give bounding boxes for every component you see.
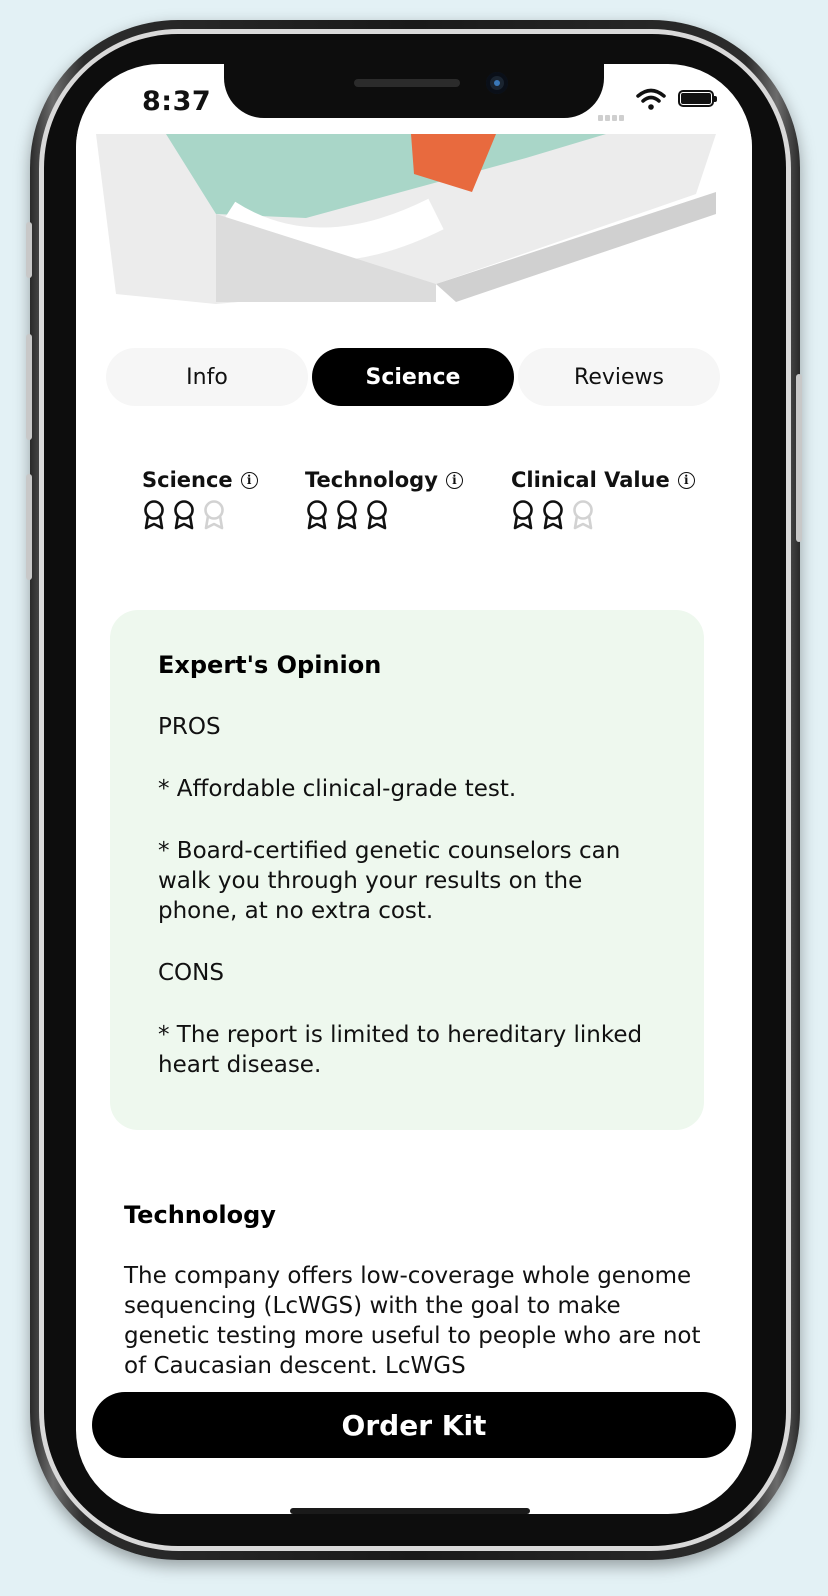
kit-box-illustration: [76, 134, 752, 304]
cons-heading: CONS: [158, 960, 224, 986]
rating-badges: [511, 500, 695, 530]
award-badge-filled-icon: [307, 500, 327, 530]
volume-down-button: [26, 474, 32, 580]
tab-bar: Info Science Reviews: [106, 348, 720, 408]
ratings-row: Science i Technology i Clinical Value i: [142, 468, 702, 548]
award-badge-filled-icon: [174, 500, 194, 530]
rating-badges: [305, 500, 463, 530]
tab-science[interactable]: Science: [312, 348, 514, 406]
power-button: [796, 374, 802, 542]
screen: 8:37 Info Science Reviews Science i Tech…: [76, 64, 752, 1514]
pros-heading: PROS: [158, 714, 221, 740]
award-badge-empty-icon: [204, 500, 224, 530]
award-badge-filled-icon: [513, 500, 533, 530]
mute-switch: [26, 222, 32, 278]
award-badge-filled-icon: [543, 500, 563, 530]
info-icon[interactable]: i: [677, 471, 695, 489]
info-icon[interactable]: i: [445, 471, 463, 489]
info-icon[interactable]: i: [240, 471, 258, 489]
expert-opinion-title: Expert's Opinion: [158, 651, 382, 679]
rating-clinical-value: Clinical Value i: [511, 468, 695, 530]
technology-body: The company offers low-coverage whole ge…: [124, 1263, 701, 1379]
rating-label: Technology: [305, 468, 438, 492]
con-item: * The report is limited to hereditary li…: [158, 1022, 643, 1078]
tab-info[interactable]: Info: [106, 348, 308, 406]
rating-technology: Technology i: [305, 468, 463, 530]
award-badge-filled-icon: [144, 500, 164, 530]
rating-label: Science: [142, 468, 233, 492]
pro-item: * Board-certified genetic counselors can…: [158, 838, 621, 924]
award-badge-empty-icon: [573, 500, 593, 530]
speaker-grille: [354, 79, 460, 87]
award-badge-filled-icon: [367, 500, 387, 530]
award-badge-filled-icon: [337, 500, 357, 530]
status-time: 8:37: [142, 86, 212, 117]
wifi-icon: [636, 88, 666, 110]
order-kit-button[interactable]: Order Kit: [92, 1392, 736, 1458]
battery-icon: [678, 90, 717, 107]
rating-science: Science i: [142, 468, 258, 530]
notch: [224, 64, 604, 118]
front-camera: [486, 72, 508, 94]
expert-opinion-card: Expert's Opinion PROS * Affordable clini…: [110, 610, 704, 1130]
home-indicator[interactable]: [290, 1508, 530, 1514]
signal-icon: [598, 106, 626, 125]
pro-item: * Affordable clinical-grade test.: [158, 776, 517, 802]
tab-reviews[interactable]: Reviews: [518, 348, 720, 406]
volume-up-button: [26, 334, 32, 440]
technology-title: Technology: [124, 1201, 276, 1229]
product-image: [76, 134, 752, 304]
rating-label: Clinical Value: [511, 468, 670, 492]
rating-badges: [142, 500, 258, 530]
